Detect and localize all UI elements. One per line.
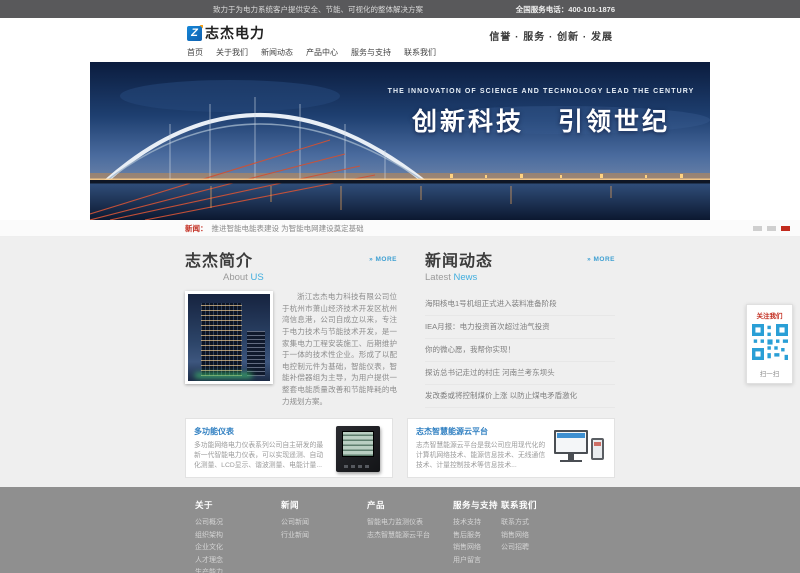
qr-code: [752, 324, 788, 360]
hero-banner: THE INNOVATION OF SCIENCE AND TECHNOLOGY…: [90, 62, 710, 220]
news-section: 新闻动态 Latest News » MORE 海阳核电1号机组正式进入装料准备…: [425, 247, 615, 408]
footer-col-support: 服务与支持 技术支持 售后服务 销售网络 用户留言: [453, 499, 498, 567]
building-side: [247, 331, 265, 376]
footer-link[interactable]: 企业文化: [195, 542, 223, 555]
news-item[interactable]: 海阳核电1号机组正式进入装料准备阶段: [425, 293, 615, 316]
footer-col-title: 服务与支持: [453, 499, 498, 511]
service-hotline: 全国服务电话：400-101-1876: [516, 4, 615, 15]
power-meter-image: [332, 426, 384, 472]
product-title[interactable]: 多功能仪表: [194, 426, 324, 437]
footer-link[interactable]: 技术支持: [453, 517, 498, 530]
news-item[interactable]: 你的微心愿，我帮你实现！: [425, 339, 615, 362]
footer-col-title: 关于: [195, 499, 223, 511]
qr-follow-label: 关注我们: [751, 310, 788, 320]
footer-col-news: 新闻 公司新闻 行业新闻: [281, 499, 309, 542]
logo-icon: Z: [187, 26, 202, 41]
footer-col-about: 关于 公司概况 组织架构 企业文化 人才理念 生产能力: [195, 499, 223, 573]
site-header: Z 志杰电力 信誉 · 服务 · 创新 · 发展 首页 关于我们 新闻动态 产品…: [0, 18, 800, 62]
news-subtitle: Latest News: [425, 272, 615, 283]
footer-col-title: 联系我们: [501, 499, 537, 511]
meter-body: [336, 426, 380, 472]
wechat-qr-widget[interactable]: 关注我们 扫一扫: [746, 304, 793, 384]
banner-slogan: THE INNOVATION OF SCIENCE AND TECHNOLOGY…: [386, 88, 696, 138]
product-card-cloud-platform[interactable]: 志杰智慧能源云平台 志杰智慧能源云平台是我公司应用现代化的计算机网络技术、能源信…: [407, 418, 615, 478]
nav-item-home[interactable]: 首页: [187, 47, 203, 58]
footer-link[interactable]: 人才理念: [195, 555, 223, 568]
about-section: 志杰简介 About US » MORE 浙江志杰电力科技有限公司位于杭州市萧山…: [185, 247, 397, 408]
monitor-icon: [554, 430, 588, 454]
building-main: [201, 303, 242, 376]
monitor-stand: [560, 460, 582, 462]
product-desc: 多功能网络电力仪表系列公司自主研发的最新一代智能电力仪表，可以实现遥测、自动化测…: [194, 441, 324, 471]
footer-link[interactable]: 公司新闻: [281, 517, 309, 530]
nav-item-news[interactable]: 新闻动态: [261, 47, 293, 58]
notice-bar: 新闻： 推进智能电能表建设 为智能电网建设奠定基础: [0, 220, 800, 237]
footer-link[interactable]: 生产能力: [195, 567, 223, 573]
notice-label: 新闻：: [185, 223, 208, 234]
notice-link[interactable]: 推进智能电能表建设 为智能电网建设奠定基础: [212, 223, 364, 234]
footer-link[interactable]: 销售网络: [453, 542, 498, 555]
footer-link[interactable]: 志杰智慧能源云平台: [367, 530, 430, 543]
banner-dot-3[interactable]: [781, 226, 790, 231]
banner-subtitle-en: THE INNOVATION OF SCIENCE AND TECHNOLOGY…: [386, 88, 696, 95]
devices: [554, 426, 606, 472]
banner-dot-2[interactable]: [767, 226, 776, 231]
news-item[interactable]: 发改委或将控制煤价上涨 以防止煤电矛盾激化: [425, 385, 615, 408]
news-list: 海阳核电1号机组正式进入装料准备阶段 IEA月报：电力投资首次超过油气投资 你的…: [425, 293, 615, 408]
phone-icon: [591, 438, 604, 460]
news-more-link[interactable]: » MORE: [587, 256, 615, 263]
brand-tagline: 信誉 · 服务 · 创新 · 发展: [489, 28, 613, 43]
footer-link[interactable]: 公司概况: [195, 517, 223, 530]
meter-lcd: [342, 431, 374, 457]
nav-item-support[interactable]: 服务与支持: [351, 47, 391, 58]
product-desc: 志杰智慧能源云平台是我公司应用现代化的计算机网络技术、能源信息技术、无线通信技术…: [416, 441, 546, 471]
about-subtitle: About US: [185, 272, 397, 283]
banner-dot-1[interactable]: [753, 226, 762, 231]
meter-buttons: [344, 465, 369, 468]
footer-col-title: 产品: [367, 499, 430, 511]
footer-col-title: 新闻: [281, 499, 309, 511]
site-slogan: 致力于为电力系统客户提供安全、节能、可视化的整体解决方案: [185, 4, 423, 15]
footer-col-contact: 联系我们 联系方式 销售网络 公司招聘: [501, 499, 537, 555]
footer-link[interactable]: 售后服务: [453, 530, 498, 543]
banner-pagination: [753, 226, 790, 231]
footer-link[interactable]: 用户留言: [453, 555, 498, 568]
news-item[interactable]: IEA月报：电力投资首次超过油气投资: [425, 316, 615, 339]
nav-item-products[interactable]: 产品中心: [306, 47, 338, 58]
footer-link[interactable]: 公司招聘: [501, 542, 537, 555]
footer-link[interactable]: 联系方式: [501, 517, 537, 530]
company-building-photo: [185, 291, 273, 384]
banner-title: 创新科技 引领世纪: [386, 102, 696, 138]
footer-link[interactable]: 行业新闻: [281, 530, 309, 543]
cloud-platform-devices-image: [554, 426, 606, 472]
footer-link[interactable]: 组织架构: [195, 530, 223, 543]
footer-link[interactable]: 智能电力监测仪表: [367, 517, 430, 530]
product-title[interactable]: 志杰智慧能源云平台: [416, 426, 546, 437]
about-paragraph: 浙江志杰电力科技有限公司位于杭州市萧山经济技术开发区杭州湾信息港，公司自成立以来…: [282, 291, 397, 407]
nav-item-contact[interactable]: 联系我们: [404, 47, 436, 58]
logo[interactable]: Z 志杰电力: [187, 23, 265, 43]
news-item[interactable]: 探访总书记走过的村庄 河南兰考东坝头: [425, 362, 615, 385]
bridge-night-photo: [90, 62, 710, 220]
logo-text: 志杰电力: [205, 23, 265, 43]
main-content: 志杰简介 About US » MORE 浙江志杰电力科技有限公司位于杭州市萧山…: [0, 237, 800, 487]
main-nav: 首页 关于我们 新闻动态 产品中心 服务与支持 联系我们: [187, 47, 436, 58]
about-more-link[interactable]: » MORE: [369, 256, 397, 263]
nav-item-about[interactable]: 关于我们: [216, 47, 248, 58]
building-glow: [195, 373, 252, 378]
product-card-meter[interactable]: 多功能仪表 多功能网络电力仪表系列公司自主研发的最新一代智能电力仪表，可以实现遥…: [185, 418, 393, 478]
site-footer: 关于 公司概况 组织架构 企业文化 人才理念 生产能力 新闻 公司新闻 行业新闻…: [0, 487, 800, 573]
about-title: 志杰简介: [185, 247, 397, 271]
footer-col-products: 产品 智能电力监测仪表 志杰智慧能源云平台: [367, 499, 430, 542]
top-utility-bar: 致力于为电力系统客户提供安全、节能、可视化的整体解决方案 全国服务电话：400-…: [0, 0, 800, 18]
qr-scan-label: 扫一扫: [751, 368, 788, 378]
footer-link[interactable]: 销售网络: [501, 530, 537, 543]
